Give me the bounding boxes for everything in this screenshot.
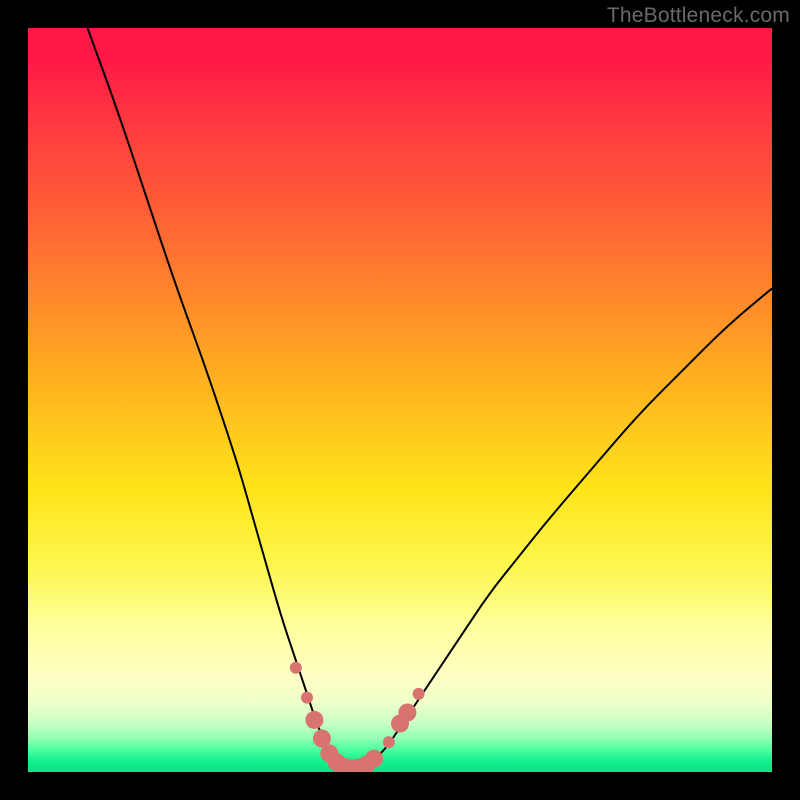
optimum-marker: [313, 730, 331, 748]
optimum-marker: [305, 711, 323, 729]
optimum-marker: [343, 759, 361, 772]
optimum-marker: [350, 759, 368, 773]
plot-area: [28, 28, 772, 772]
bottleneck-curve: [88, 28, 773, 769]
optimum-marker: [398, 704, 416, 722]
optimum-markers: [290, 662, 425, 772]
optimum-marker: [301, 692, 313, 704]
optimum-marker: [413, 688, 425, 700]
optimum-marker: [365, 750, 383, 768]
watermark-text: TheBottleneck.com: [607, 4, 790, 28]
optimum-marker: [358, 756, 376, 772]
optimum-marker: [290, 662, 302, 674]
optimum-marker: [328, 753, 346, 771]
optimum-marker: [320, 744, 338, 762]
optimum-marker: [391, 715, 409, 733]
optimum-marker: [383, 736, 395, 748]
curve-layer: [28, 28, 772, 772]
chart-frame: TheBottleneck.com: [0, 0, 800, 800]
optimum-marker: [335, 758, 353, 772]
